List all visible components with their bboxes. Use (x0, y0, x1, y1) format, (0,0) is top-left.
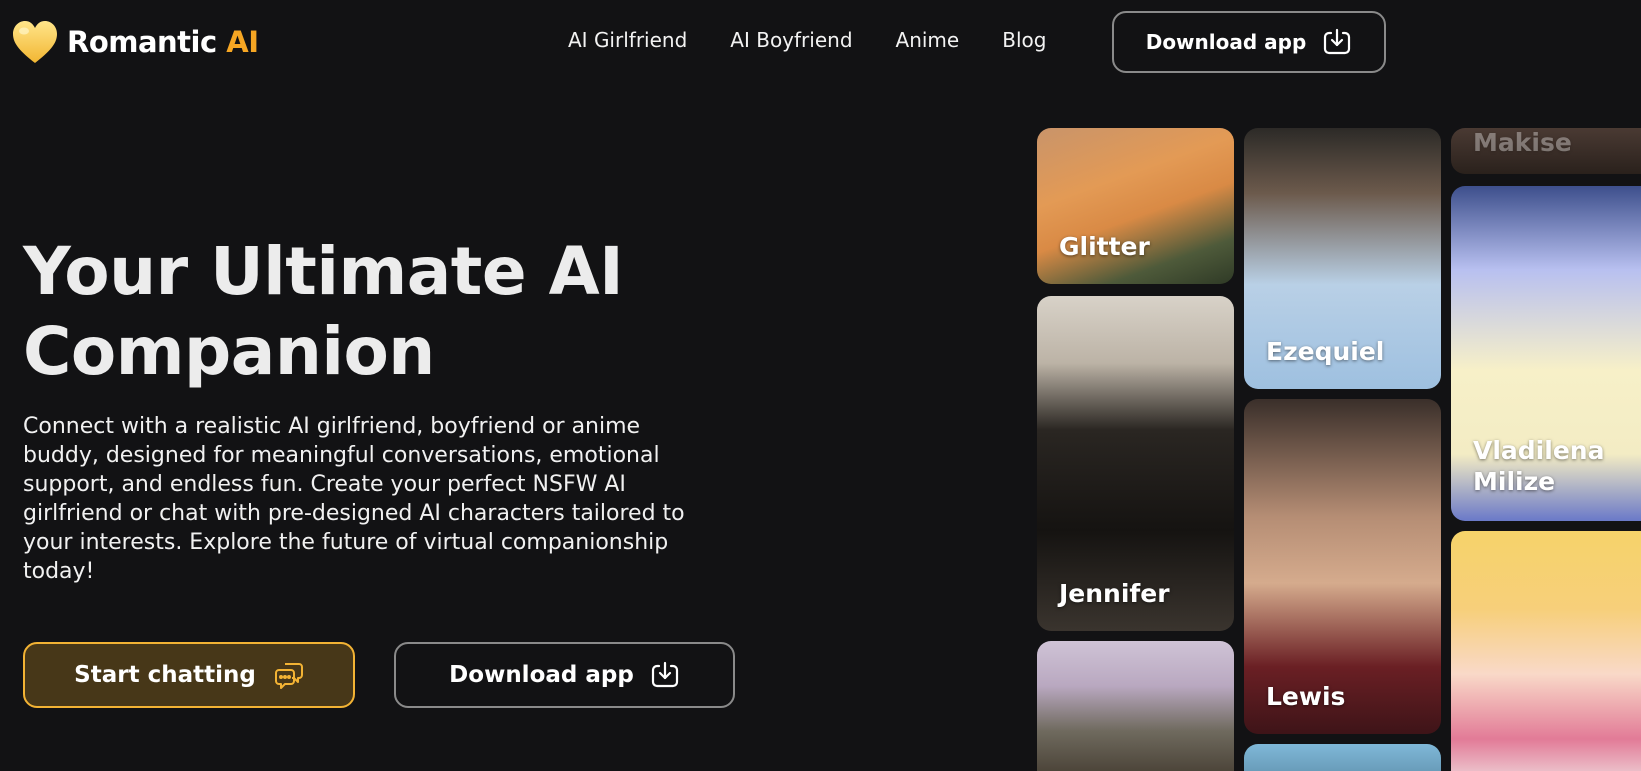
character-card-glitter[interactable]: Glitter (1037, 128, 1234, 284)
header-download-label: Download app (1145, 30, 1307, 54)
character-name: Vladilena Milize (1473, 436, 1605, 496)
logo[interactable]: Romantic AI (11, 19, 259, 65)
hero-title: Your Ultimate AI Companion (23, 232, 723, 392)
hero-description: Connect with a realistic AI girlfriend, … (23, 414, 685, 584)
character-card-jennifer[interactable]: Jennifer (1037, 296, 1234, 631)
character-name: Jennifer (1059, 579, 1170, 608)
character-card-makise[interactable]: Makise (1451, 128, 1641, 174)
site-header: Romantic AI AI Girlfriend AI Boyfriend A… (0, 0, 1641, 84)
download-icon (651, 661, 678, 688)
header-download-button[interactable]: Download app (1112, 11, 1386, 73)
character-name: Lewis (1266, 682, 1346, 711)
hero-title-line2: Companion (23, 313, 435, 390)
hero-download-label: Download app (449, 662, 634, 688)
start-chatting-button[interactable]: Start chatting (23, 642, 355, 708)
download-icon (1324, 28, 1351, 55)
character-card[interactable] (1451, 531, 1641, 771)
chat-bubbles-icon (274, 663, 303, 689)
nav-blog[interactable]: Blog (1002, 28, 1046, 52)
heart-icon (13, 21, 57, 63)
character-card-ezequiel[interactable]: Ezequiel (1244, 128, 1441, 389)
character-card[interactable] (1244, 744, 1441, 771)
nav-ai-girlfriend[interactable]: AI Girlfriend (568, 28, 687, 52)
start-chatting-label: Start chatting (74, 662, 256, 688)
character-card[interactable] (1037, 641, 1234, 771)
hero-title-line1: Your Ultimate AI (23, 233, 624, 310)
hero-download-button[interactable]: Download app (394, 642, 735, 708)
character-card-vladilena[interactable]: Vladilena Milize (1451, 186, 1641, 521)
character-card-lewis[interactable]: Lewis (1244, 399, 1441, 734)
character-name: Glitter (1059, 232, 1150, 261)
nav-ai-boyfriend[interactable]: AI Boyfriend (730, 28, 852, 52)
logo-text: Romantic AI (67, 25, 259, 59)
nav-anime[interactable]: Anime (896, 28, 960, 52)
character-name: Makise (1473, 128, 1572, 157)
main-nav: AI Girlfriend AI Boyfriend Anime Blog (568, 28, 1089, 52)
character-name: Ezequiel (1266, 337, 1385, 366)
